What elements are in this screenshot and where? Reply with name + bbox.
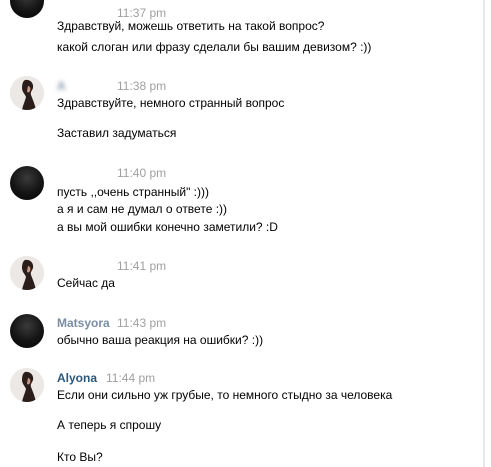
woman-profile-icon xyxy=(10,256,44,290)
message-text: Заставил задуматься xyxy=(57,126,177,140)
scrollbar-track[interactable] xyxy=(483,0,485,467)
woman-profile-icon xyxy=(10,368,44,402)
message-text: обычно ваша реакция на ошибки? :)) xyxy=(57,333,264,347)
message-text: какой слоган или фразу сделали бы вашим … xyxy=(57,40,372,54)
sender-name[interactable]: Matsyora xyxy=(57,316,110,330)
message-time: 11:38 pm xyxy=(117,79,167,93)
message-time: 11:40 pm xyxy=(117,166,167,180)
message-text: Здравствуй, можешь ответить на такой воп… xyxy=(57,19,325,33)
sender-name[interactable]: A xyxy=(57,79,66,93)
sender-avatar[interactable] xyxy=(10,256,44,290)
message-text: Сейчас да xyxy=(57,276,115,290)
sender-avatar[interactable] xyxy=(10,314,44,348)
message-time: 11:44 pm xyxy=(106,371,156,385)
woman-profile-icon xyxy=(10,76,44,110)
sender-avatar[interactable] xyxy=(10,166,44,200)
message-text: а вы мой ошибки конечно заметили? :D xyxy=(57,220,278,234)
message-text: а я и сам не думал о ответе :)) xyxy=(57,202,228,216)
sender-avatar[interactable] xyxy=(10,368,44,402)
sender-avatar[interactable] xyxy=(10,76,44,110)
message-text: Если они сильно уж грубые, то немного ст… xyxy=(57,388,393,402)
sender-avatar[interactable] xyxy=(10,0,44,18)
message-text: Кто Вы? xyxy=(57,450,103,464)
sender-name[interactable]: Alyona xyxy=(57,371,97,385)
message-text: Здравствуйте, немного странный вопрос xyxy=(57,96,285,110)
message-text: А теперь я спрошу xyxy=(57,418,162,432)
message-time: 11:37 pm xyxy=(117,6,167,20)
message-text: пусть ,,очень странный" :))) xyxy=(57,185,210,199)
message-time: 11:41 pm xyxy=(117,259,167,273)
message-time: 11:43 pm xyxy=(117,316,167,330)
